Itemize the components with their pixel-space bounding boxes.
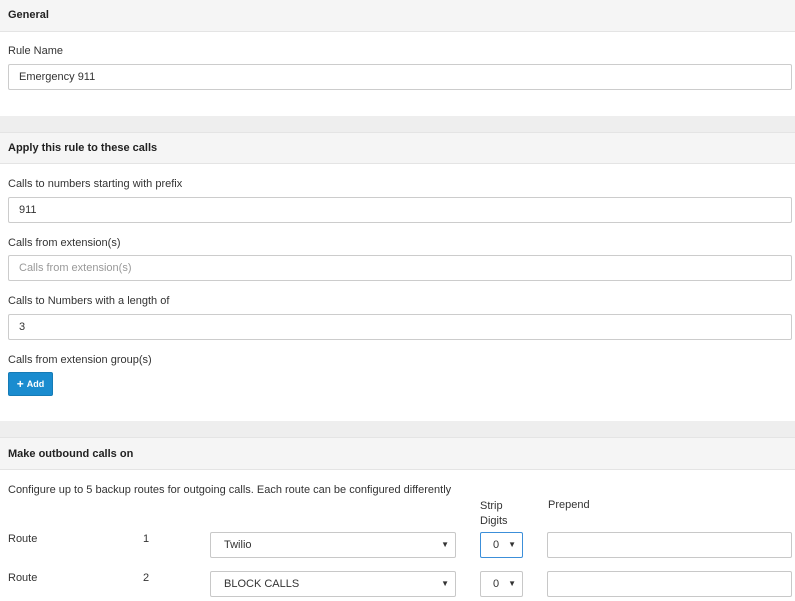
groups-label: Calls from extension group(s) [8, 354, 152, 366]
route-number: 1 [143, 533, 150, 545]
chevron-down-icon: ▼ [441, 540, 449, 549]
strip-digits-value: 0 [493, 578, 500, 590]
add-group-button[interactable]: + Add [8, 372, 53, 396]
rule-name-field[interactable]: Emergency 911 [8, 64, 792, 90]
prepend-field[interactable] [547, 571, 792, 597]
add-button-label: Add [26, 379, 45, 389]
route-label: Route [8, 533, 38, 545]
outbound-header-title: Make outbound calls on [8, 448, 134, 460]
chevron-down-icon: ▼ [508, 540, 516, 549]
chevron-down-icon: ▼ [441, 579, 449, 588]
route-number: 2 [143, 572, 150, 584]
prefix-label: Calls to numbers starting with prefix [8, 178, 183, 190]
route-provider-value: BLOCK CALLS [224, 578, 300, 590]
plus-icon: + [16, 377, 24, 391]
extensions-label: Calls from extension(s) [8, 237, 121, 249]
general-header-title: General [8, 9, 49, 21]
outbound-section-header: Make outbound calls on [0, 437, 795, 470]
chevron-down-icon: ▼ [508, 579, 516, 588]
apply-section-header: Apply this rule to these calls [0, 132, 795, 164]
prepend-column-header: Prepend [548, 499, 590, 511]
section-divider [0, 421, 795, 437]
outbound-description: Configure up to 5 backup routes for outg… [8, 484, 452, 496]
route-label: Route [8, 572, 38, 584]
length-field[interactable]: 3 [8, 314, 792, 340]
apply-header-title: Apply this rule to these calls [8, 142, 158, 154]
prepend-field[interactable] [547, 532, 792, 558]
route-provider-value: Twilio [224, 539, 252, 551]
strip-digits-select[interactable]: 0 ▼ [480, 532, 523, 558]
extensions-field[interactable]: Calls from extension(s) [8, 255, 792, 281]
route-provider-select[interactable]: Twilio ▼ [210, 532, 456, 558]
strip-digits-column-header: Strip Digits [480, 500, 508, 527]
section-divider [0, 116, 795, 132]
length-label: Calls to Numbers with a length of [8, 295, 170, 307]
strip-digits-select[interactable]: 0 ▼ [480, 571, 523, 597]
prefix-field[interactable]: 911 [8, 197, 792, 223]
strip-digits-value: 0 [493, 539, 500, 551]
general-section-header: General [0, 0, 795, 32]
route-provider-select[interactable]: BLOCK CALLS ▼ [210, 571, 456, 597]
rule-name-label: Rule Name [8, 45, 64, 57]
